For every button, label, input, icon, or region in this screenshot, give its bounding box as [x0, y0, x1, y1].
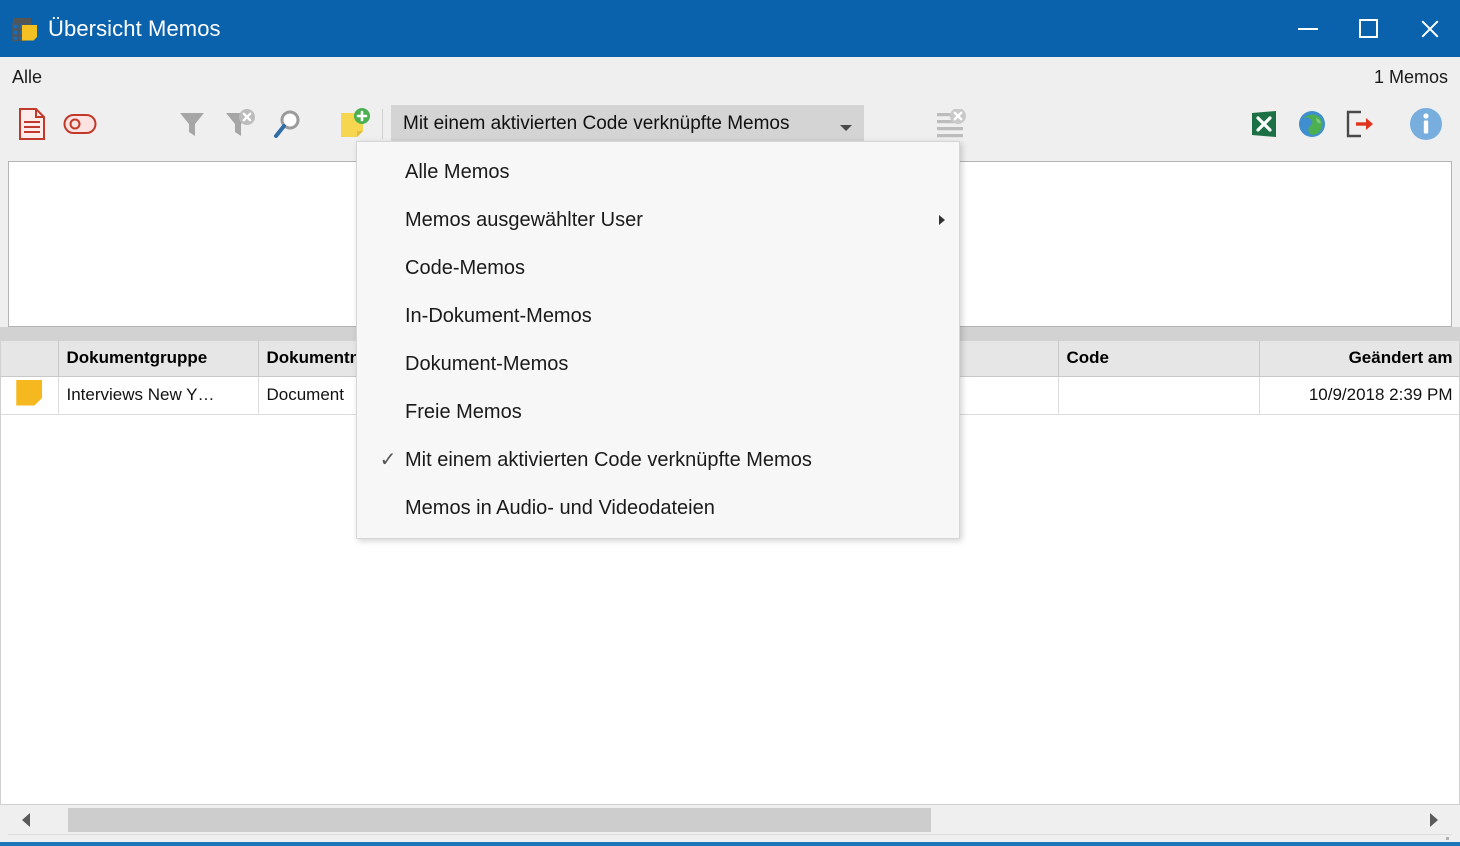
search-icon[interactable]	[264, 100, 312, 148]
window-controls	[1277, 0, 1460, 57]
close-button[interactable]	[1399, 0, 1460, 57]
minimize-button[interactable]	[1277, 0, 1338, 57]
scroll-right-arrow[interactable]	[1422, 806, 1446, 834]
memo-filter-selected-label: Mit einem aktivierten Code verknüpfte Me…	[403, 113, 790, 134]
info-icon[interactable]	[1402, 100, 1450, 148]
column-header-geaendert-am[interactable]: Geändert am	[1259, 341, 1459, 377]
menu-item-label: Mit einem aktivierten Code verknüpfte Me…	[405, 448, 812, 471]
memo-grid-icon	[12, 16, 38, 42]
menu-item-label: Memos in Audio- und Videodateien	[405, 496, 715, 519]
menu-item-memos-ausgewaehlter-user[interactable]: Memos ausgewählter User	[357, 196, 959, 244]
column-header-code[interactable]: Code	[1058, 341, 1260, 377]
scrollbar-thumb[interactable]	[68, 808, 931, 832]
memo-filter-combobox[interactable]: Mit einem aktivierten Code verknüpfte Me…	[391, 105, 864, 143]
maximize-button[interactable]	[1338, 0, 1399, 57]
menu-item-in-dokument-memos[interactable]: In-Dokument-Memos	[357, 292, 959, 340]
maximize-icon	[1359, 19, 1378, 38]
minimize-icon	[1297, 27, 1318, 30]
scrollbar-track[interactable]	[38, 808, 1422, 832]
memo-filter-dropdown-menu: Alle Memos Memos ausgewählter User Code-…	[356, 141, 960, 539]
column-header-dokumentgruppe[interactable]: Dokumentgruppe	[58, 341, 259, 377]
memo-count-label: 1 Memos	[1373, 67, 1448, 87]
menu-item-label: Alle Memos	[405, 160, 510, 183]
html-export-icon[interactable]	[1288, 100, 1336, 148]
memo-note-icon	[16, 379, 43, 406]
close-icon	[1419, 18, 1441, 40]
menu-item-mit-aktiviertem-code-verknuepfte-memos[interactable]: ✓ Mit einem aktivierten Code verknüpfte …	[357, 436, 959, 484]
title-bar: Übersicht Memos	[0, 0, 1460, 57]
menu-item-label: Memos ausgewählter User	[405, 208, 643, 231]
column-header-icon[interactable]	[1, 341, 59, 377]
tag-icon[interactable]	[56, 100, 104, 148]
menu-item-dokument-memos[interactable]: Dokument-Memos	[357, 340, 959, 388]
row-memo-note-icon-cell	[1, 376, 59, 415]
export-icon[interactable]	[1336, 100, 1384, 148]
cell-dokumentgruppe: Interviews New Y…	[58, 376, 259, 415]
menu-item-label: In-Dokument-Memos	[405, 304, 592, 327]
menu-item-freie-memos[interactable]: Freie Memos	[357, 388, 959, 436]
submenu-arrow-icon	[939, 215, 945, 225]
menu-item-label: Dokument-Memos	[405, 352, 569, 375]
cell-geaendert-am: 10/9/2018 2:39 PM	[1259, 376, 1459, 415]
checkmark-icon: ✓	[379, 449, 397, 471]
filter-scope-label: Alle	[12, 67, 43, 87]
menu-item-label: Freie Memos	[405, 400, 522, 423]
chevron-down-icon	[840, 125, 852, 131]
toolbar-separator-1	[382, 109, 383, 139]
menu-item-code-memos[interactable]: Code-Memos	[357, 244, 959, 292]
menu-item-label: Code-Memos	[405, 256, 526, 279]
menu-item-alle-memos[interactable]: Alle Memos	[357, 148, 959, 196]
menu-item-memos-in-audio-und-videodateien[interactable]: Memos in Audio- und Videodateien	[357, 484, 959, 532]
filter-icon[interactable]	[168, 100, 216, 148]
clear-filter-icon[interactable]	[216, 100, 264, 148]
window-title: Übersicht Memos	[48, 15, 221, 41]
info-strip: Alle 1 Memos	[0, 57, 1460, 98]
scroll-left-arrow[interactable]	[14, 806, 38, 834]
document-icon[interactable]	[8, 100, 56, 148]
cell-code	[1058, 376, 1260, 415]
bottom-accent-bar	[0, 842, 1460, 846]
excel-export-icon[interactable]	[1240, 100, 1288, 148]
memo-overview-window: Übersicht Memos Alle 1 Memos Mit einem a…	[0, 0, 1460, 846]
horizontal-scrollbar[interactable]	[0, 804, 1460, 834]
